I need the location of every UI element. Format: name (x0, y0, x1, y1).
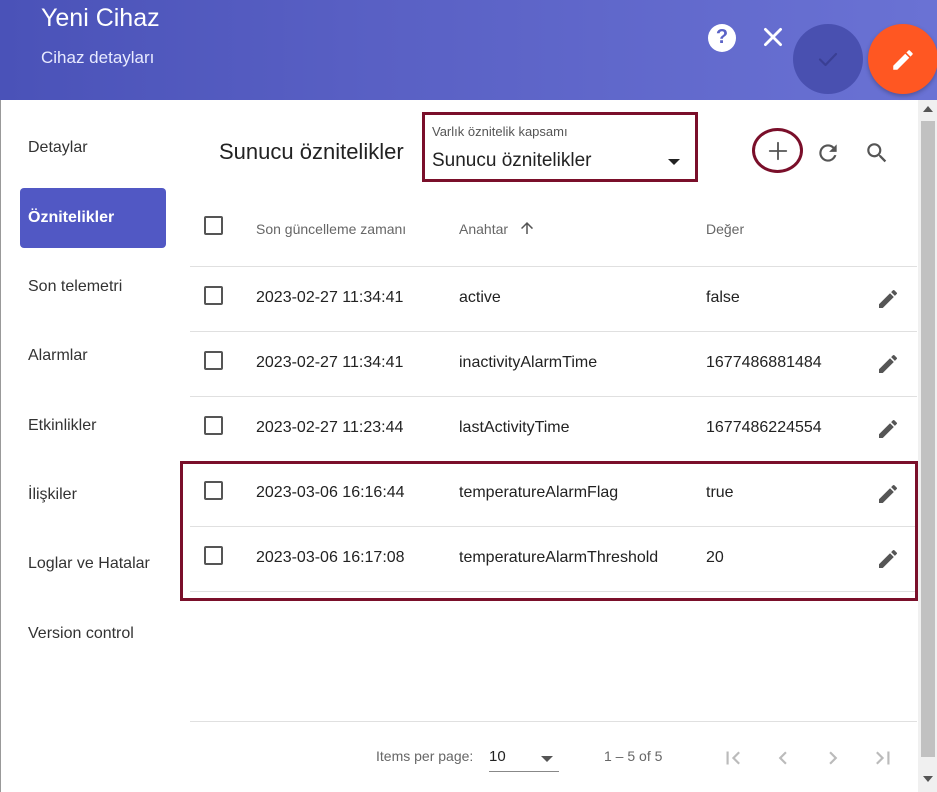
sidebar-item-label: İlişkiler (28, 486, 77, 503)
pencil-icon (893, 50, 913, 70)
sort-arrow-up-icon[interactable] (518, 219, 536, 237)
items-per-page-label: Items per page: (376, 748, 474, 764)
scroll-down-icon[interactable] (923, 776, 933, 782)
column-header-last-update[interactable]: Son güncelleme zamanı (256, 221, 406, 237)
row-checkbox[interactable] (204, 351, 223, 370)
row-key: lastActivityTime (459, 419, 570, 436)
dropdown-arrow-icon (541, 756, 553, 762)
row-key: inactivityAlarmTime (459, 354, 598, 371)
add-attribute-button[interactable] (752, 128, 803, 173)
sidebar-item-label: Alarmlar (28, 347, 88, 364)
sidebar-item-label: Detaylar (28, 139, 88, 156)
sidebar-item-label: Loglar ve Hatalar (28, 555, 150, 572)
dialog-title: Yeni Cihaz (41, 4, 160, 32)
scrollbar-thumb[interactable] (921, 121, 935, 757)
close-button[interactable] (760, 24, 786, 50)
row-key: active (459, 289, 501, 306)
page-range-label: 1 – 5 of 5 (604, 748, 663, 764)
items-per-page-select[interactable]: 10 (489, 746, 559, 772)
check-icon (818, 52, 838, 67)
row-divider (190, 331, 917, 332)
column-header-value[interactable]: Değer (706, 221, 744, 237)
refresh-icon (819, 144, 837, 162)
close-icon (764, 28, 782, 46)
scope-value: Sunucu öznitelikler (432, 150, 592, 171)
sidebar-item-attributes[interactable]: Öznitelikler (20, 188, 166, 248)
sidebar-item-label: Etkinlikler (28, 417, 97, 434)
row-time: 2023-02-27 11:34:41 (256, 354, 404, 371)
items-per-page-value: 10 (489, 748, 506, 765)
edit-mode-button[interactable] (868, 24, 937, 94)
sidebar-item-alarms[interactable]: Alarmlar (20, 326, 166, 386)
sidebar-item-relations[interactable]: İlişkiler (20, 465, 166, 525)
pencil-icon[interactable] (876, 287, 900, 311)
sidebar-item-logs-errors[interactable]: Loglar ve Hatalar (20, 534, 166, 594)
row-time: 2023-02-27 11:23:44 (256, 419, 404, 436)
refresh-button[interactable] (815, 140, 841, 166)
sidebar-item-latest-telemetry[interactable]: Son telemetri (20, 257, 166, 317)
scroll-up-icon[interactable] (923, 106, 933, 112)
row-value: 1677486224554 (706, 419, 822, 436)
help-button[interactable]: ? (708, 24, 736, 52)
next-page-icon[interactable] (820, 745, 846, 771)
sidebar-item-label: Öznitelikler (28, 209, 115, 226)
dialog-subtitle: Cihaz detayları (41, 48, 155, 67)
sidebar-item-details[interactable]: Detaylar (20, 118, 166, 178)
last-page-icon[interactable] (870, 745, 896, 771)
apply-changes-button[interactable] (793, 24, 863, 94)
add-icon (768, 141, 788, 161)
column-header-key[interactable]: Anahtar (459, 221, 508, 237)
paginator-divider (190, 721, 917, 722)
attribute-scope-select[interactable]: Varlık öznitelik kapsamı Sunucu özniteli… (422, 112, 698, 182)
left-border (0, 100, 1, 792)
row-checkbox[interactable] (204, 416, 223, 435)
section-title: Sunucu öznitelikler (219, 139, 404, 164)
row-value: 1677486881484 (706, 354, 822, 371)
dialog-header: Yeni Cihaz Cihaz detayları ? (0, 0, 937, 100)
first-page-icon[interactable] (720, 745, 746, 771)
sidebar-item-version-control[interactable]: Version control (20, 604, 166, 664)
pencil-icon[interactable] (876, 352, 900, 376)
help-icon: ? (715, 26, 729, 48)
row-checkbox[interactable] (204, 286, 223, 305)
prev-page-icon[interactable] (770, 745, 796, 771)
sidebar-item-label: Son telemetri (28, 278, 123, 295)
scope-caption: Varlık öznitelik kapsamı (432, 124, 568, 139)
select-all-checkbox[interactable] (204, 216, 223, 235)
highlight-annotation (180, 461, 918, 601)
row-time: 2023-02-27 11:34:41 (256, 289, 404, 306)
search-button[interactable] (864, 140, 890, 166)
row-divider (190, 396, 917, 397)
sidebar-item-label: Version control (28, 625, 134, 642)
header-divider (190, 266, 917, 267)
sidebar-item-events[interactable]: Etkinlikler (20, 396, 166, 456)
search-icon (867, 143, 887, 163)
row-value: false (706, 289, 740, 306)
dropdown-arrow-icon (668, 159, 680, 165)
pencil-icon[interactable] (876, 417, 900, 441)
